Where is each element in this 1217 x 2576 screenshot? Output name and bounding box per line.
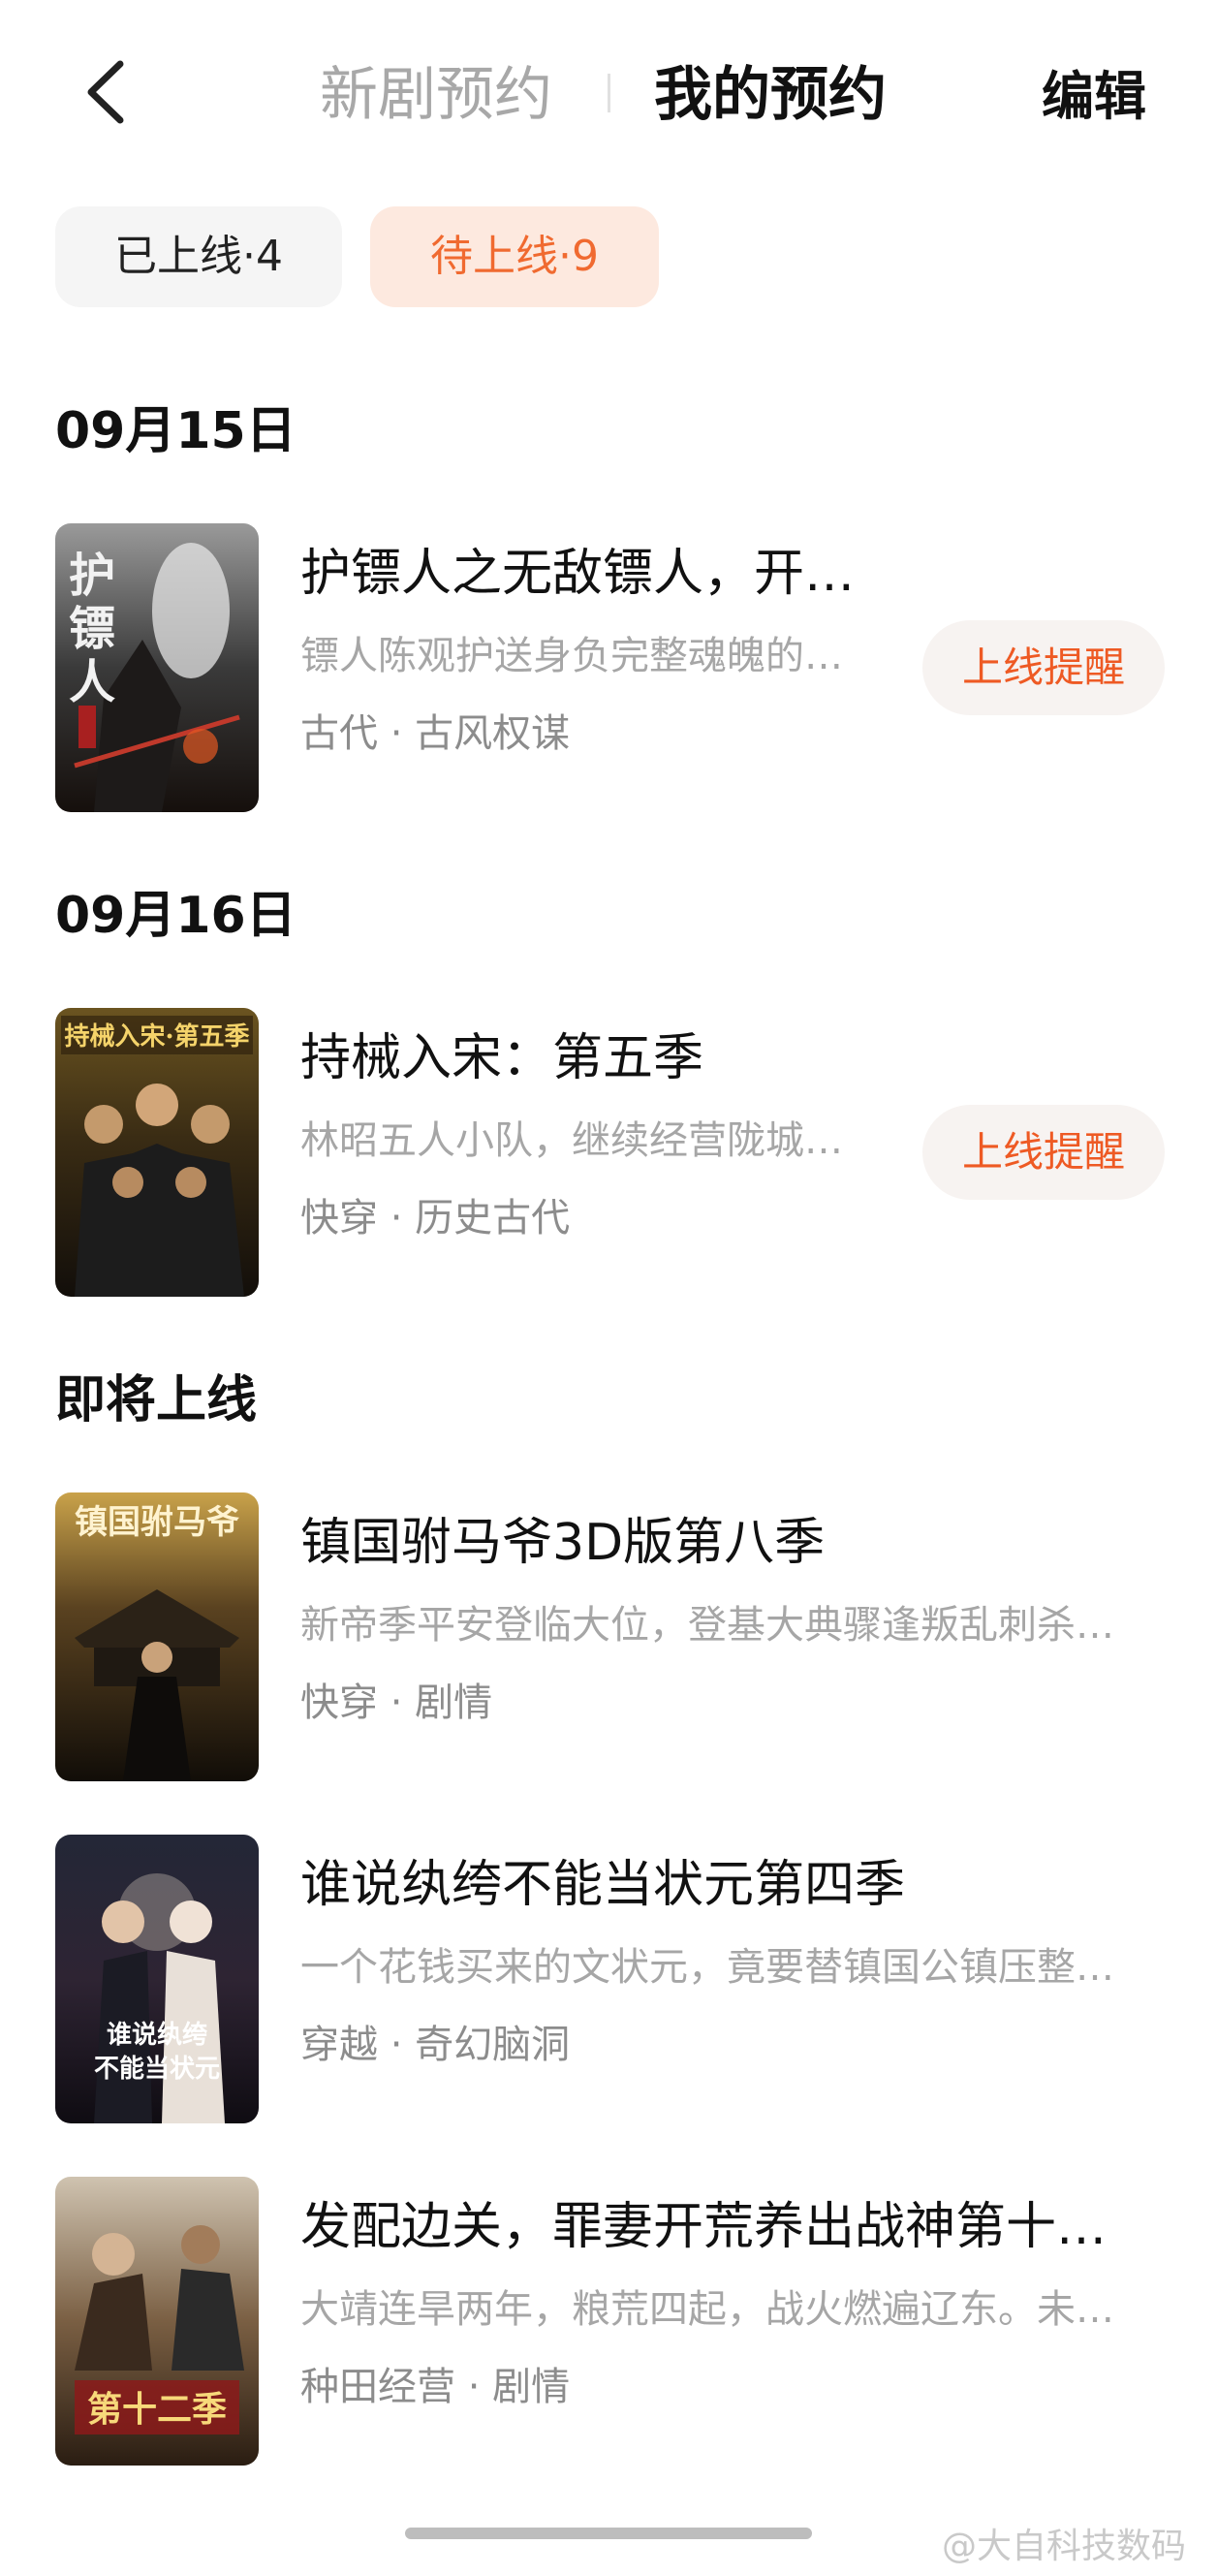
launch-reminder-button[interactable]: 上线提醒 xyxy=(922,1105,1165,1200)
list-item[interactable]: 谁说纨绔 不能当状元 谁说纨绔不能当状元第四季 一个花钱买来的文状元，竟要替镇国… xyxy=(0,1835,1217,2125)
drama-description: 镖人陈观护送身负完整魂魄的… xyxy=(300,634,843,678)
drama-title: 镇国驸马爷3D版第八季 xyxy=(300,1514,826,1572)
list-item[interactable]: 护 镖 人 护镖人之无敌镖人，开… 镖人陈观护送身负完整魂魄的… 古代 · 古风… xyxy=(0,523,1217,814)
svg-text:护: 护 xyxy=(69,549,115,603)
tab-new-drama-reservation[interactable]: 新剧预约 xyxy=(320,56,552,134)
drama-tags: 快穿 · 历史古代 xyxy=(300,1196,571,1241)
section-date-0916: 09月16日 xyxy=(55,887,296,945)
drama-poster[interactable]: 镇国驸马爷 xyxy=(55,1492,259,1781)
tab-my-reservations[interactable]: 我的预约 xyxy=(654,56,887,134)
svg-text:人: 人 xyxy=(69,655,115,709)
drama-poster[interactable]: 持械入宋·第五季 xyxy=(55,1008,259,1297)
svg-text:第十二季: 第十二季 xyxy=(87,2389,227,2430)
drama-tags: 快穿 · 剧情 xyxy=(300,1681,493,1725)
drama-title: 谁说纨绔不能当状元第四季 xyxy=(300,1856,906,1914)
tab-divider xyxy=(608,74,610,112)
list-item[interactable]: 镇国驸马爷 镇国驸马爷3D版第八季 新帝季平安登临大位，登基大典骤逢叛乱刺杀… … xyxy=(0,1492,1217,1783)
drama-title: 持械入宋：第五季 xyxy=(300,1029,704,1087)
drama-poster[interactable]: 护 镖 人 xyxy=(55,523,259,812)
drama-description: 林昭五人小队，继续经营陇城… xyxy=(300,1118,843,1163)
drama-tags: 穿越 · 奇幻脑洞 xyxy=(300,2023,571,2067)
svg-text:镇国驸马爷: 镇国驸马爷 xyxy=(75,1503,239,1542)
top-bar: 新剧预约 我的预约 编辑 xyxy=(0,0,1217,184)
drama-tags: 古代 · 古风权谋 xyxy=(300,711,571,756)
svg-text:持械入宋·第五季: 持械入宋·第五季 xyxy=(64,1021,249,1052)
home-indicator[interactable] xyxy=(405,2528,812,2539)
svg-text:不能当状元: 不能当状元 xyxy=(94,2054,220,2084)
list-item[interactable]: 持械入宋·第五季 持械入宋：第五季 林昭五人小队，继续经营陇城… 快穿 · 历史… xyxy=(0,1008,1217,1299)
section-coming-soon: 即将上线 xyxy=(55,1371,258,1429)
filter-upcoming-chip[interactable]: 待上线·9 xyxy=(370,206,659,307)
drama-tags: 种田经营 · 剧情 xyxy=(300,2365,571,2409)
svg-text:镖: 镖 xyxy=(69,602,115,656)
drama-description: 新帝季平安登临大位，登基大典骤逢叛乱刺杀… xyxy=(300,1603,1114,1648)
drama-poster[interactable]: 第十二季 xyxy=(55,2177,259,2466)
drama-description: 大靖连旱两年，粮荒四起，战火燃遍辽东。未… xyxy=(300,2287,1114,2332)
drama-title: 护镖人之无敌镖人，开… xyxy=(300,545,856,603)
watermark: @大自科技数码 xyxy=(942,2527,1187,2566)
section-date-0915: 09月15日 xyxy=(55,402,296,460)
edit-button[interactable]: 编辑 xyxy=(1042,60,1146,134)
launch-reminder-button[interactable]: 上线提醒 xyxy=(922,620,1165,715)
list-item[interactable]: 第十二季 发配边关，罪妻开荒养出战神第十… 大靖连旱两年，粮荒四起，战火燃遍辽东… xyxy=(0,2177,1217,2467)
drama-title: 发配边关，罪妻开荒养出战神第十… xyxy=(300,2198,1108,2256)
drama-description: 一个花钱买来的文状元，竟要替镇国公镇压整… xyxy=(300,1945,1114,1990)
filter-online-chip[interactable]: 已上线·4 xyxy=(55,206,342,307)
svg-text:谁说纨绔: 谁说纨绔 xyxy=(107,2020,207,2050)
drama-poster[interactable]: 谁说纨绔 不能当状元 xyxy=(55,1835,259,2123)
back-arrow-icon[interactable] xyxy=(78,58,136,126)
